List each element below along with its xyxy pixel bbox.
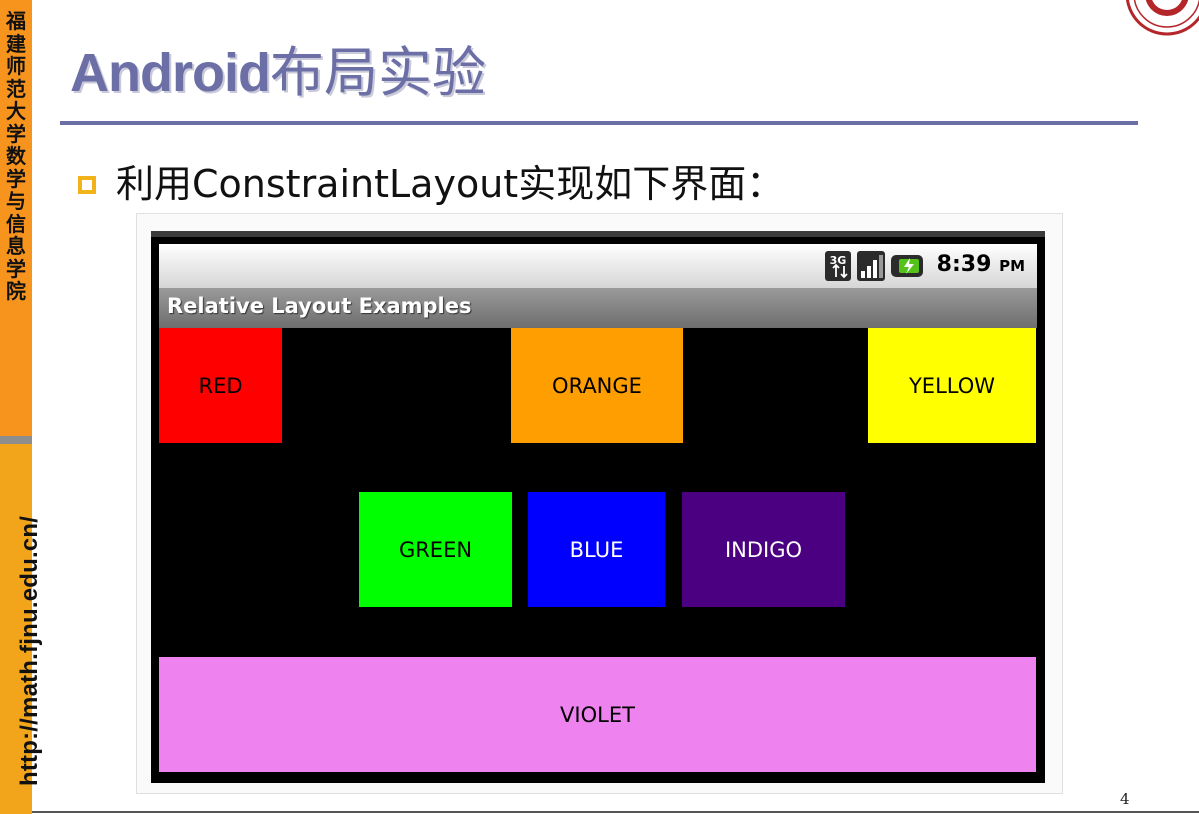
- title-divider: [60, 121, 1138, 125]
- tile-green[interactable]: GREEN: [359, 492, 512, 607]
- battery-charging-icon: [891, 255, 923, 277]
- tile-yellow[interactable]: YELLOW: [868, 328, 1036, 443]
- tile-violet-label: VIOLET: [560, 702, 635, 727]
- tile-violet[interactable]: VIOLET: [159, 657, 1036, 772]
- bullet-square-icon: [78, 176, 96, 194]
- tile-blue[interactable]: BLUE: [528, 492, 665, 607]
- bullet-text: 利用ConstraintLayout实现如下界面：: [116, 162, 785, 206]
- signal-icon: [857, 251, 885, 281]
- page-title-cn: 布局实验: [269, 41, 486, 104]
- sidebar-separator: [0, 436, 32, 444]
- tile-orange-label: ORANGE: [552, 373, 642, 398]
- network-3g-icon: 3G: [825, 251, 851, 281]
- status-icons: 3G: [825, 250, 925, 282]
- status-time-value: 8:39: [936, 252, 992, 277]
- university-seal-icon: [1109, 0, 1199, 36]
- app-title-bar: Relative Layout Examples: [159, 288, 1037, 328]
- tile-orange[interactable]: ORANGE: [511, 328, 683, 443]
- school-url[interactable]: http://math.fjnu.edu.cn/: [16, 516, 44, 786]
- school-name: 福建师范大学数学与信息学院: [6, 9, 26, 303]
- tile-indigo-label: INDIGO: [724, 537, 803, 562]
- bottom-rule: [32, 811, 1199, 813]
- tile-indigo[interactable]: INDIGO: [682, 492, 845, 607]
- tile-blue-label: BLUE: [569, 537, 624, 562]
- tile-red[interactable]: RED: [159, 328, 282, 443]
- tile-green-label: GREEN: [398, 537, 473, 562]
- tile-yellow-label: YELLOW: [908, 373, 996, 398]
- page-title: Android布局实验: [70, 38, 486, 108]
- page-title-en: Android: [70, 43, 271, 103]
- status-time-ampm: PM: [999, 257, 1025, 275]
- status-bar: 3G 8:39 PM: [159, 244, 1037, 288]
- page-number: 4: [1120, 790, 1130, 808]
- tile-red-label: RED: [198, 373, 243, 398]
- app-title: Relative Layout Examples: [167, 294, 472, 318]
- network-type: 3G: [830, 254, 847, 267]
- status-time: 8:39 PM: [937, 252, 1025, 277]
